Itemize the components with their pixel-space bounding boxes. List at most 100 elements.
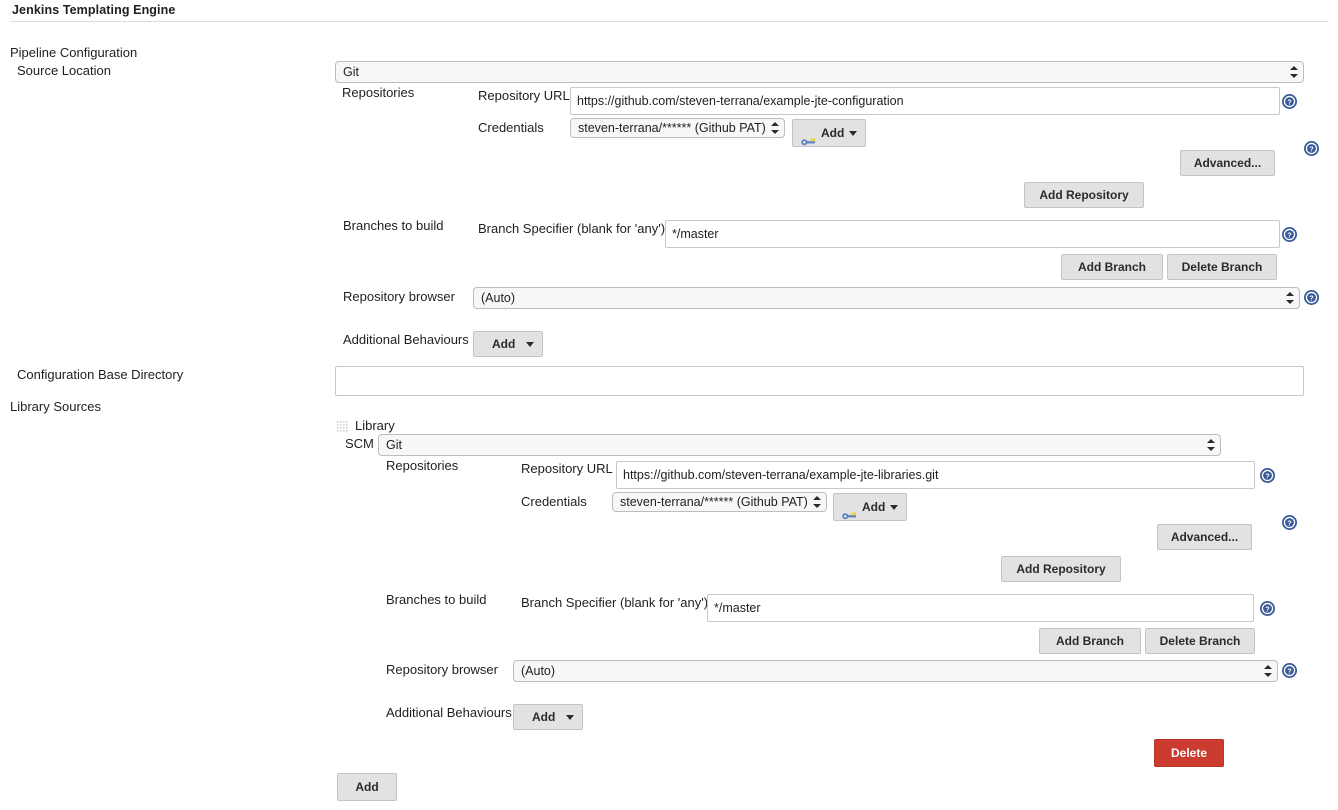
- library-add-branch-label: Add Branch: [1056, 634, 1124, 648]
- library-advanced-help-icon[interactable]: ?: [1282, 515, 1297, 530]
- library-repository-url-label: Repository URL: [521, 461, 613, 477]
- library-repositories-label: Repositories: [386, 458, 458, 474]
- library-repository-browser-value: (Auto): [521, 664, 555, 678]
- pipeline-configuration-section-label: Pipeline Configuration: [10, 45, 137, 61]
- library-repository-browser-label: Repository browser: [386, 662, 498, 678]
- library-branches-to-build-label: Branches to build: [386, 592, 486, 608]
- credentials-add-button[interactable]: Add: [792, 119, 866, 147]
- source-location-value: Git: [343, 65, 359, 79]
- repository-browser-help-icon[interactable]: ?: [1304, 290, 1319, 305]
- chevron-updown-icon: [813, 495, 821, 509]
- source-location-select[interactable]: Git: [335, 61, 1304, 83]
- additional-behaviours-label: Additional Behaviours: [343, 332, 469, 348]
- repository-browser-select[interactable]: (Auto): [473, 287, 1300, 309]
- library-credentials-select[interactable]: steven-terrana/****** (Github PAT): [612, 492, 827, 512]
- library-delete-branch-label: Delete Branch: [1160, 634, 1241, 648]
- advanced-button[interactable]: Advanced...: [1180, 150, 1275, 176]
- add-branch-button[interactable]: Add Branch: [1061, 254, 1163, 280]
- library-credentials-add-button[interactable]: Add: [833, 493, 907, 521]
- repository-url-input[interactable]: https://github.com/steven-terrana/exampl…: [570, 87, 1280, 115]
- delete-branch-label: Delete Branch: [1182, 260, 1263, 274]
- library-repository-url-help-icon[interactable]: ?: [1260, 468, 1275, 483]
- chevron-down-icon: [526, 342, 534, 347]
- library-branch-specifier-help-icon[interactable]: ?: [1260, 601, 1275, 616]
- configuration-base-directory-input[interactable]: [335, 366, 1304, 396]
- library-branch-specifier-value: */master: [714, 601, 761, 615]
- scm-value: Git: [386, 438, 402, 452]
- repository-url-label: Repository URL: [478, 88, 570, 104]
- header-divider: [10, 21, 1328, 22]
- library-add-repository-button[interactable]: Add Repository: [1001, 556, 1121, 582]
- advanced-label: Advanced...: [1194, 156, 1261, 170]
- library-repository-url-input[interactable]: https://github.com/steven-terrana/exampl…: [616, 461, 1255, 489]
- chevron-updown-icon: [1207, 438, 1215, 452]
- library-repository-browser-select[interactable]: (Auto): [513, 660, 1278, 682]
- svg-text:?: ?: [1309, 294, 1314, 303]
- delete-branch-button[interactable]: Delete Branch: [1167, 254, 1277, 280]
- library-delete-branch-button[interactable]: Delete Branch: [1145, 628, 1255, 654]
- key-icon: [801, 129, 816, 138]
- credentials-value: steven-terrana/****** (Github PAT): [578, 121, 766, 135]
- credentials-add-label: Add: [821, 126, 844, 140]
- branches-to-build-label: Branches to build: [343, 218, 443, 234]
- branch-specifier-value: */master: [672, 227, 719, 241]
- chevron-down-icon: [849, 131, 857, 136]
- svg-text:?: ?: [1265, 605, 1270, 614]
- page-header: Jenkins Templating Engine: [0, 0, 1338, 22]
- configuration-base-directory-label: Configuration Base Directory: [17, 367, 183, 383]
- library-drag-handle-icon[interactable]: [337, 420, 348, 431]
- add-repository-label: Add Repository: [1039, 188, 1128, 202]
- svg-text:?: ?: [1309, 145, 1314, 154]
- library-repository-browser-help-icon[interactable]: ?: [1282, 663, 1297, 678]
- credentials-label: Credentials: [478, 120, 544, 136]
- library-credentials-add-label: Add: [862, 500, 885, 514]
- scm-label: SCM: [345, 436, 374, 452]
- branch-specifier-input[interactable]: */master: [665, 220, 1280, 248]
- chevron-updown-icon: [1286, 291, 1294, 305]
- page-title: Jenkins Templating Engine: [12, 3, 175, 17]
- library-title: Library: [355, 418, 395, 434]
- additional-behaviours-add-button[interactable]: Add: [473, 331, 543, 357]
- source-location-label: Source Location: [17, 63, 111, 79]
- delete-library-source-label: Delete: [1171, 746, 1207, 760]
- svg-text:?: ?: [1287, 667, 1292, 676]
- repository-url-value: https://github.com/steven-terrana/exampl…: [577, 94, 904, 108]
- chevron-down-icon: [890, 505, 898, 510]
- library-additional-behaviours-add-label: Add: [532, 710, 555, 724]
- svg-text:?: ?: [1265, 472, 1270, 481]
- library-credentials-label: Credentials: [521, 494, 587, 510]
- library-credentials-value: steven-terrana/****** (Github PAT): [620, 495, 808, 509]
- library-repository-url-value: https://github.com/steven-terrana/exampl…: [623, 468, 938, 482]
- advanced-help-icon[interactable]: ?: [1304, 141, 1319, 156]
- svg-text:?: ?: [1287, 519, 1292, 528]
- repository-url-help-icon[interactable]: ?: [1282, 94, 1297, 109]
- add-repository-button[interactable]: Add Repository: [1024, 182, 1144, 208]
- chevron-updown-icon: [1290, 65, 1298, 79]
- library-add-branch-button[interactable]: Add Branch: [1039, 628, 1141, 654]
- delete-library-source-button[interactable]: Delete: [1154, 739, 1224, 767]
- repositories-label: Repositories: [342, 85, 414, 101]
- repository-browser-label: Repository browser: [343, 289, 455, 305]
- library-branch-specifier-label: Branch Specifier (blank for 'any'): [521, 595, 708, 611]
- scm-select[interactable]: Git: [378, 434, 1221, 456]
- library-branch-specifier-input[interactable]: */master: [707, 594, 1254, 622]
- chevron-down-icon: [566, 715, 574, 720]
- library-add-repository-label: Add Repository: [1016, 562, 1105, 576]
- repository-browser-value: (Auto): [481, 291, 515, 305]
- svg-text:?: ?: [1287, 231, 1292, 240]
- chevron-updown-icon: [771, 121, 779, 135]
- library-advanced-button[interactable]: Advanced...: [1157, 524, 1252, 550]
- add-library-source-label: Add: [355, 780, 378, 794]
- library-sources-section-label: Library Sources: [10, 399, 101, 415]
- credentials-select[interactable]: steven-terrana/****** (Github PAT): [570, 118, 785, 138]
- add-library-source-button[interactable]: Add: [337, 773, 397, 801]
- add-branch-label: Add Branch: [1078, 260, 1146, 274]
- chevron-updown-icon: [1264, 664, 1272, 678]
- library-additional-behaviours-add-button[interactable]: Add: [513, 704, 583, 730]
- library-additional-behaviours-label: Additional Behaviours: [386, 705, 512, 721]
- branch-specifier-help-icon[interactable]: ?: [1282, 227, 1297, 242]
- additional-behaviours-add-label: Add: [492, 337, 515, 351]
- branch-specifier-label: Branch Specifier (blank for 'any'): [478, 221, 665, 237]
- library-advanced-label: Advanced...: [1171, 530, 1238, 544]
- svg-text:?: ?: [1287, 98, 1292, 107]
